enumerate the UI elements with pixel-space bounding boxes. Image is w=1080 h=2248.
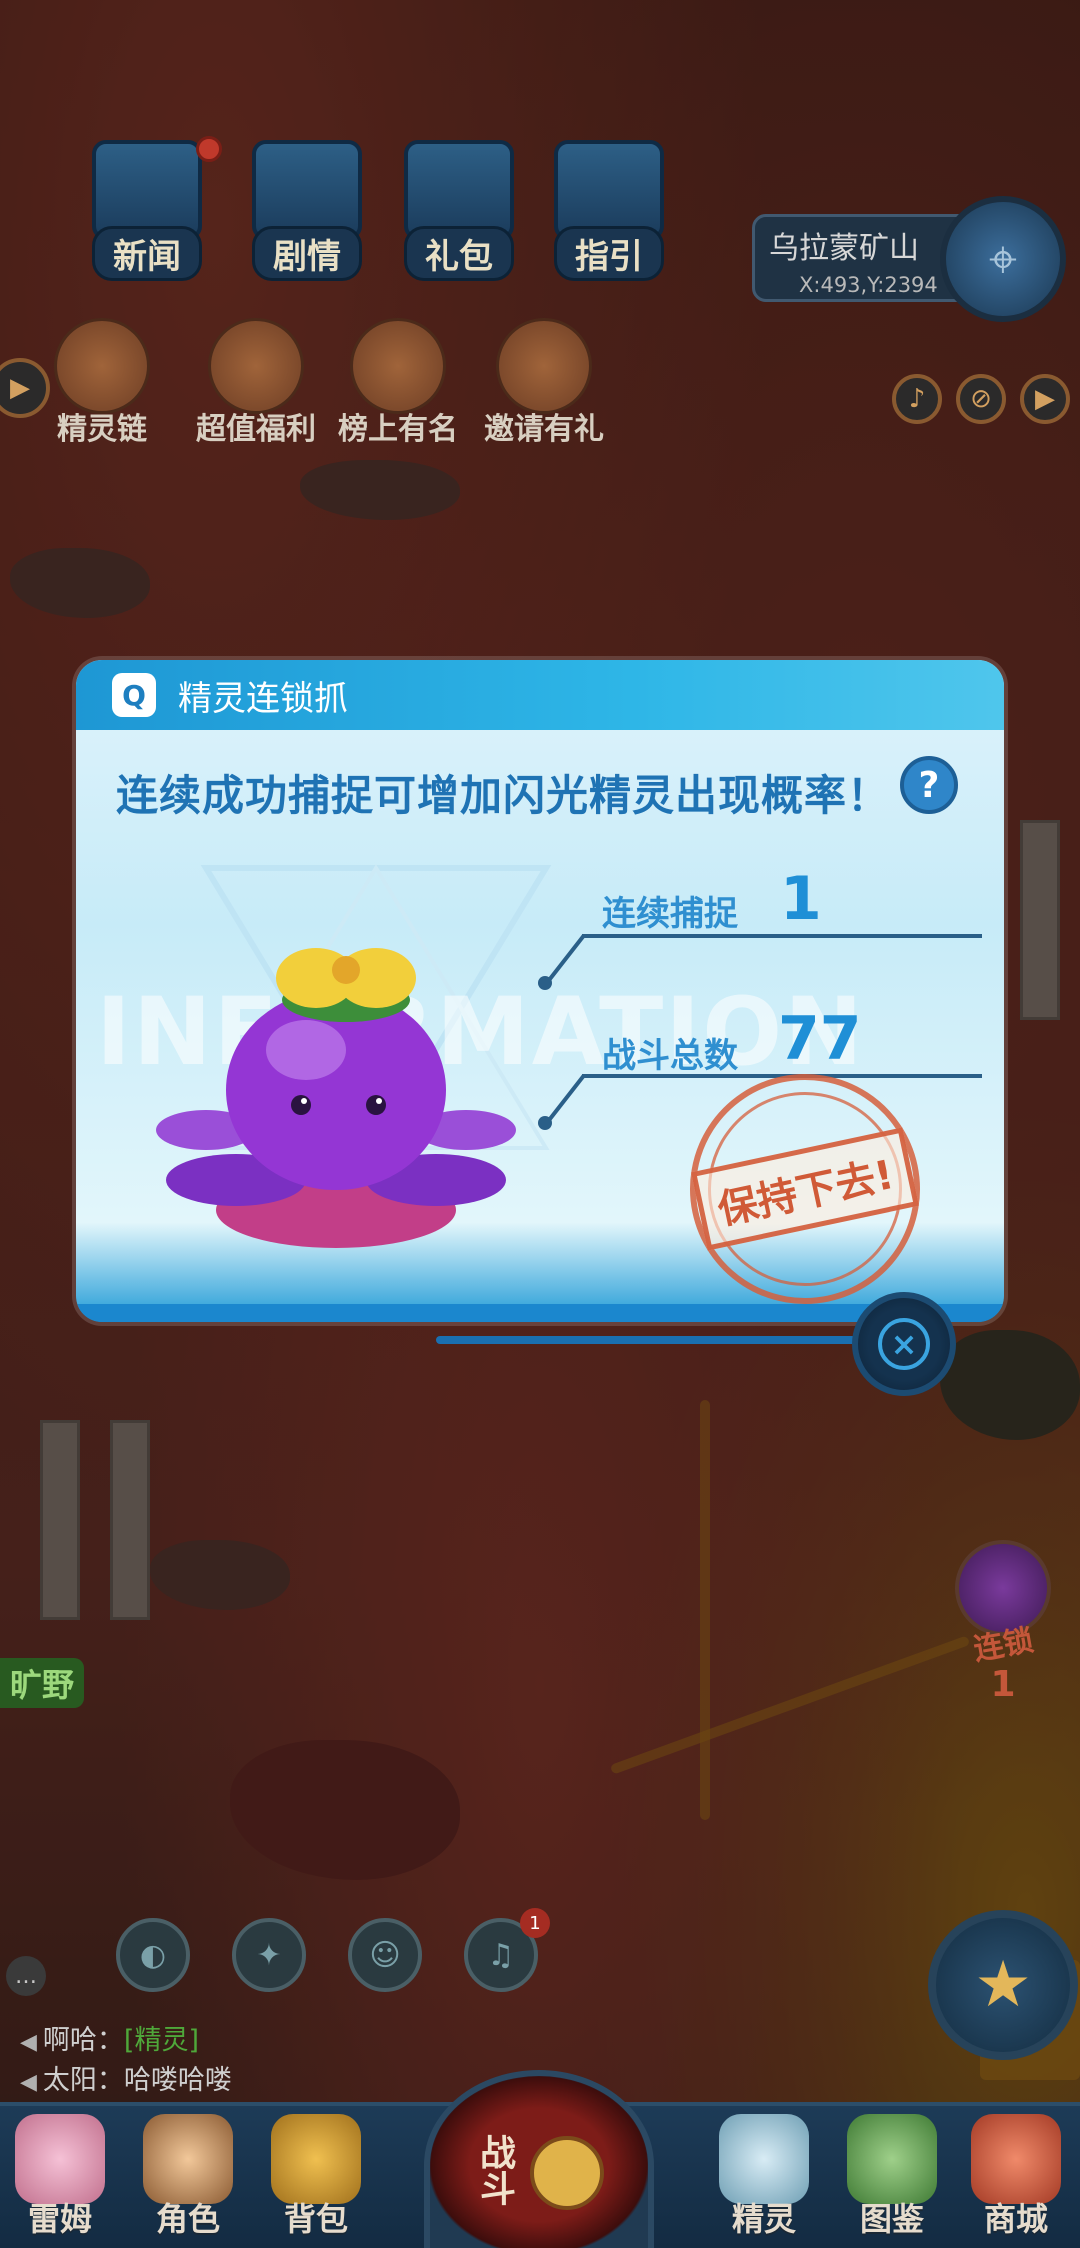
purple-octopus-spirit-image bbox=[156, 948, 516, 1248]
nav-codex[interactable]: 图鉴 bbox=[832, 2114, 952, 2240]
value-welfare-button[interactable]: 超值福利 bbox=[196, 318, 316, 448]
map-button[interactable]: ⌖ bbox=[940, 196, 1066, 322]
total-battles-value: 77 bbox=[778, 1004, 862, 1074]
location-name: 乌拉蒙矿山 bbox=[769, 231, 919, 266]
spirit-icon bbox=[719, 2114, 809, 2204]
skill-badge: 1 bbox=[520, 1908, 550, 1938]
modal-decor-strip bbox=[436, 1336, 856, 1344]
guide-icon bbox=[554, 140, 664, 240]
stamp-text: 保持下去! bbox=[690, 1127, 920, 1251]
story-label: 剧情 bbox=[252, 226, 362, 281]
nav-leimu[interactable]: 雷姆 bbox=[0, 2114, 120, 2240]
nav-label: 背包 bbox=[283, 2200, 348, 2238]
invite-gift-button[interactable]: 邀请有礼 bbox=[484, 318, 604, 448]
news-icon bbox=[92, 140, 202, 240]
chat-icon[interactable]: … bbox=[6, 1956, 46, 1996]
nav-label: 商城 bbox=[983, 2200, 1048, 2238]
backpack-icon bbox=[271, 2114, 361, 2204]
guide-label: 指引 bbox=[554, 226, 664, 281]
nav-label: 角色 bbox=[155, 2200, 220, 2238]
chain-label: 连锁 bbox=[971, 1623, 1037, 1668]
gift-pack-label: 礼包 bbox=[404, 226, 514, 281]
speaker-icon: ◀ bbox=[20, 2030, 37, 2055]
location-coordinates: X:493,Y:2394 bbox=[799, 273, 938, 297]
mute-icon[interactable]: ⊘ bbox=[956, 374, 1006, 424]
leaderboard-label: 榜上有名 bbox=[338, 412, 458, 447]
skill-fish-icon[interactable]: ◐ bbox=[116, 1918, 190, 1992]
chain-badge[interactable]: 连锁 1 bbox=[948, 1540, 1058, 1730]
magic-wand-button[interactable]: ★ bbox=[928, 1910, 1078, 2060]
total-battles-label: 战斗总数 bbox=[602, 1036, 738, 1076]
notification-dot bbox=[196, 136, 222, 162]
battle-mascot-icon bbox=[530, 2136, 604, 2210]
close-icon: × bbox=[878, 1318, 930, 1370]
nav-label: 图鉴 bbox=[859, 2200, 924, 2238]
spirit-chain-icon bbox=[54, 318, 150, 414]
news-label: 新闻 bbox=[92, 226, 202, 281]
leaderboard-button[interactable]: 榜上有名 bbox=[338, 318, 458, 448]
chat-text: 哈喽哈喽 bbox=[123, 2065, 232, 2096]
chat-text: [精灵] bbox=[123, 2025, 199, 2056]
nav-shop[interactable]: 商城 bbox=[956, 2114, 1076, 2240]
news-button[interactable]: 新闻 bbox=[92, 136, 222, 281]
skill-star-icon[interactable]: ✦ bbox=[232, 1918, 306, 1992]
gift-pack-button[interactable]: 礼包 bbox=[404, 140, 514, 281]
consecutive-catch-value: 1 bbox=[780, 864, 822, 934]
spirit-chain-button[interactable]: 精灵链 bbox=[54, 318, 150, 448]
invite-envelope-icon bbox=[496, 318, 592, 414]
consecutive-catch-label: 连续捕捉 bbox=[602, 894, 738, 934]
modal-header: Q 精灵连锁抓 bbox=[76, 660, 1004, 730]
keep-going-stamp: 保持下去! bbox=[668, 1052, 942, 1322]
stat-dot bbox=[538, 1116, 552, 1130]
battle-button[interactable]: 战斗 bbox=[424, 2070, 654, 2248]
area-tag: 旷野 bbox=[0, 1658, 85, 1708]
autoplay-icon[interactable]: ▶ bbox=[1020, 374, 1070, 424]
chat-speaker: 啊哈： bbox=[42, 2025, 124, 2056]
help-icon[interactable]: ? bbox=[900, 756, 958, 814]
nav-character[interactable]: 角色 bbox=[128, 2114, 248, 2240]
value-welfare-label: 超值福利 bbox=[196, 412, 316, 447]
character-avatar-icon bbox=[143, 2114, 233, 2204]
stat-underline bbox=[582, 934, 982, 938]
invite-gift-label: 邀请有礼 bbox=[484, 412, 604, 447]
battle-label: 战斗 bbox=[474, 2134, 515, 2206]
modal-heading: 连续成功捕捉可增加闪光精灵出现概率！ bbox=[116, 771, 891, 820]
nav-label: 雷姆 bbox=[27, 2200, 92, 2238]
location-panel[interactable]: 乌拉蒙矿山 X:493,Y:2394 bbox=[752, 214, 964, 302]
chat-message[interactable]: ◀ 啊哈：[精灵] bbox=[20, 2018, 199, 2057]
story-icon bbox=[252, 140, 362, 240]
skill-pet-icon[interactable]: ☺ bbox=[348, 1918, 422, 1992]
map-icon: ⌖ bbox=[988, 229, 1018, 288]
gift-pack-icon bbox=[404, 140, 514, 240]
chain-count: 1 bbox=[990, 1664, 1016, 1705]
chat-speaker: 太阳： bbox=[42, 2065, 124, 2096]
search-info-icon: Q bbox=[112, 673, 156, 717]
sound-toggle-icon[interactable]: ♪ bbox=[892, 374, 942, 424]
leimu-avatar-icon bbox=[15, 2114, 105, 2204]
close-button[interactable]: × bbox=[852, 1292, 956, 1396]
nav-label: 精灵 bbox=[731, 2200, 796, 2238]
magic-wand-icon: ★ bbox=[974, 1948, 1032, 2022]
stat-dot bbox=[538, 976, 552, 990]
spirit-chain-modal: Q 精灵连锁抓 连续成功捕捉可增加闪光精灵出现概率！ ? INFORMATION… bbox=[76, 660, 1004, 1322]
spirit-chain-label: 精灵链 bbox=[57, 412, 147, 447]
story-button[interactable]: 剧情 bbox=[252, 140, 362, 281]
modal-title: 精灵连锁抓 bbox=[178, 678, 348, 719]
guide-button[interactable]: 指引 bbox=[554, 140, 664, 281]
shop-store-icon bbox=[971, 2114, 1061, 2204]
nav-backpack[interactable]: 背包 bbox=[256, 2114, 376, 2240]
trophy-cup-icon bbox=[350, 318, 446, 414]
nav-spirit[interactable]: 精灵 bbox=[704, 2114, 824, 2240]
speaker-icon: ◀ bbox=[20, 2070, 37, 2095]
codex-book-icon bbox=[847, 2114, 937, 2204]
gift-box-icon bbox=[208, 318, 304, 414]
chat-message[interactable]: ◀ 太阳：哈喽哈喽 bbox=[20, 2058, 232, 2097]
